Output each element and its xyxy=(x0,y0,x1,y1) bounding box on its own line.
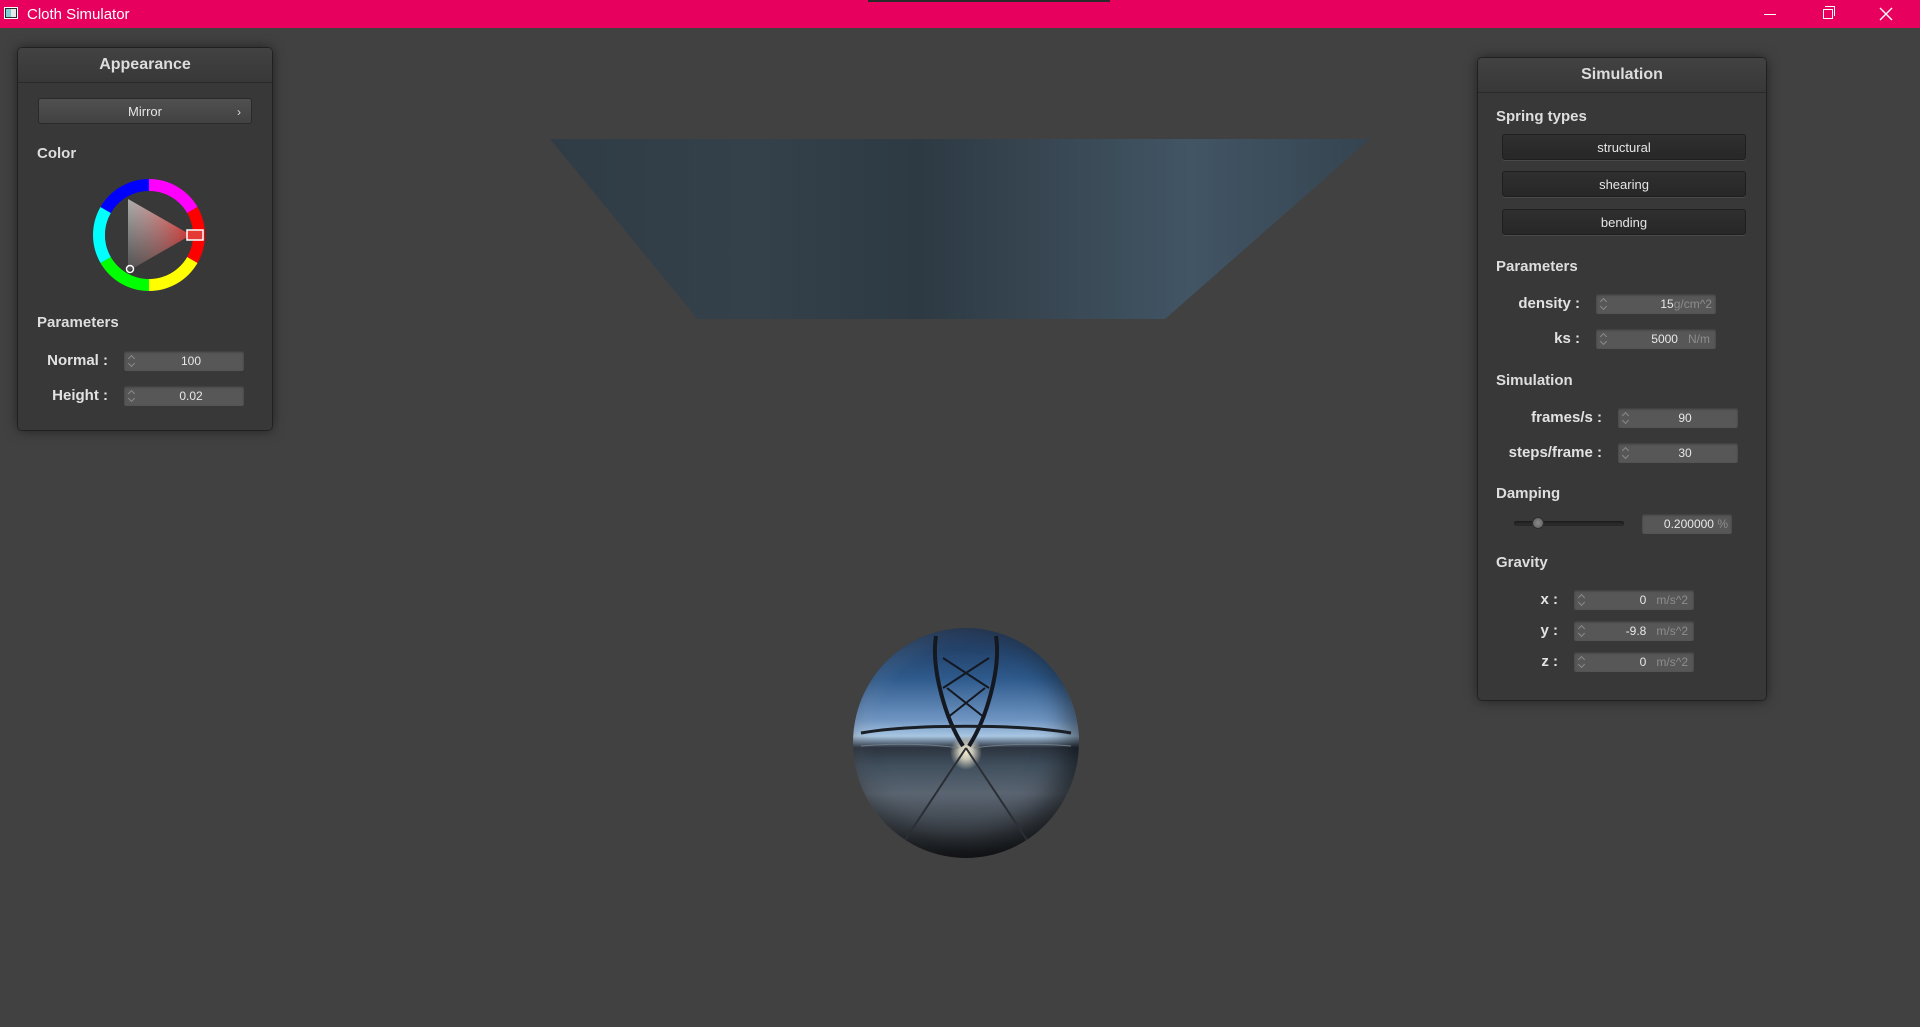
steps-per-frame-value: 30 xyxy=(1678,446,1692,460)
damping-unit: % xyxy=(1717,517,1728,531)
damping-slider[interactable] xyxy=(1514,517,1624,529)
frames-per-second-label: frames/s : xyxy=(1531,409,1602,426)
spinner-icon[interactable] xyxy=(1579,655,1585,669)
height-label: Height : xyxy=(52,387,108,404)
structural-toggle-button[interactable]: structural xyxy=(1502,134,1746,160)
spinner-icon[interactable] xyxy=(1623,411,1629,425)
material-dropdown-button[interactable]: Mirror › xyxy=(38,98,252,124)
gravity-y-input[interactable]: -9.8 m/s^2 xyxy=(1574,621,1694,641)
color-wheel[interactable] xyxy=(91,177,207,293)
frames-per-second-input[interactable]: 90 xyxy=(1618,408,1738,428)
window-title: Cloth Simulator xyxy=(27,6,130,23)
minimize-button[interactable] xyxy=(1741,0,1799,28)
spinner-icon[interactable] xyxy=(1601,332,1607,346)
normal-input[interactable]: 100 xyxy=(124,351,244,371)
height-value: 0.02 xyxy=(179,389,203,403)
steps-per-frame-label: steps/frame : xyxy=(1508,444,1602,461)
appearance-panel-title[interactable]: Appearance xyxy=(18,48,272,83)
simulation-section-label: Simulation xyxy=(1496,372,1573,389)
title-bar-divider xyxy=(868,0,1110,2)
app-icon xyxy=(4,7,18,19)
gravity-x-label: x : xyxy=(1540,591,1558,608)
gravity-z-unit: m/s^2 xyxy=(1656,655,1688,669)
gravity-y-value: -9.8 xyxy=(1625,624,1647,638)
title-bar[interactable]: Cloth Simulator xyxy=(0,0,1920,28)
gravity-x-value: 0 xyxy=(1639,593,1647,607)
spinner-icon[interactable] xyxy=(1579,624,1585,638)
gravity-x-input[interactable]: 0 m/s^2 xyxy=(1574,590,1694,610)
height-input[interactable]: 0.02 xyxy=(124,386,244,406)
mirror-sphere xyxy=(853,628,1079,858)
spinner-icon[interactable] xyxy=(129,389,135,403)
appearance-parameters-label: Parameters xyxy=(37,314,119,331)
cloth-mesh xyxy=(550,139,1370,319)
normal-label: Normal : xyxy=(47,352,108,369)
gravity-y-label: y : xyxy=(1540,622,1558,639)
appearance-panel: Appearance Mirror › Color Parameters Nor… xyxy=(18,48,272,430)
gravity-label: Gravity xyxy=(1496,554,1548,571)
damping-value: 0.200000 xyxy=(1663,517,1714,531)
normal-value: 100 xyxy=(180,354,202,368)
chevron-right-icon: › xyxy=(237,105,241,119)
spinner-icon[interactable] xyxy=(129,354,135,368)
simulation-panel-title[interactable]: Simulation xyxy=(1478,58,1766,93)
ks-label: ks : xyxy=(1554,330,1580,347)
ks-value: 5000 xyxy=(1651,332,1678,346)
steps-per-frame-input[interactable]: 30 xyxy=(1618,443,1738,463)
damping-slider-handle[interactable] xyxy=(1531,517,1544,529)
damping-label: Damping xyxy=(1496,485,1561,502)
gravity-z-value: 0 xyxy=(1639,655,1647,669)
spring-types-label: Spring types xyxy=(1496,108,1587,125)
spinner-icon[interactable] xyxy=(1601,297,1607,311)
close-button[interactable] xyxy=(1857,0,1915,28)
gravity-z-label: z : xyxy=(1541,653,1558,670)
gravity-x-unit: m/s^2 xyxy=(1656,593,1688,607)
simulation-panel: Simulation Spring types structural shear… xyxy=(1478,58,1766,700)
ks-unit: N/m xyxy=(1688,332,1710,346)
close-icon xyxy=(1879,7,1893,21)
maximize-button[interactable] xyxy=(1799,0,1857,28)
simulation-parameters-label: Parameters xyxy=(1496,258,1578,275)
spinner-icon[interactable] xyxy=(1623,446,1629,460)
color-section-label: Color xyxy=(37,145,77,162)
restore-icon xyxy=(1823,6,1835,19)
bending-toggle-button[interactable]: bending xyxy=(1502,209,1746,235)
density-unit: g/cm^2 xyxy=(1673,297,1712,311)
minimize-icon xyxy=(1764,13,1776,15)
density-input[interactable]: 15g/cm^2 xyxy=(1596,294,1716,314)
spinner-icon[interactable] xyxy=(1579,593,1585,607)
shearing-toggle-button[interactable]: shearing xyxy=(1502,171,1746,197)
frames-per-second-value: 90 xyxy=(1678,411,1692,425)
gravity-z-input[interactable]: 0 m/s^2 xyxy=(1574,652,1694,672)
damping-input[interactable]: 0.200000 % xyxy=(1642,514,1732,534)
material-button-label: Mirror xyxy=(128,104,162,119)
density-label: density : xyxy=(1518,295,1580,312)
density-value: 15 xyxy=(1660,297,1674,311)
gravity-y-unit: m/s^2 xyxy=(1656,624,1688,638)
hue-marker[interactable] xyxy=(186,229,204,241)
ks-input[interactable]: 5000 N/m xyxy=(1596,329,1716,349)
